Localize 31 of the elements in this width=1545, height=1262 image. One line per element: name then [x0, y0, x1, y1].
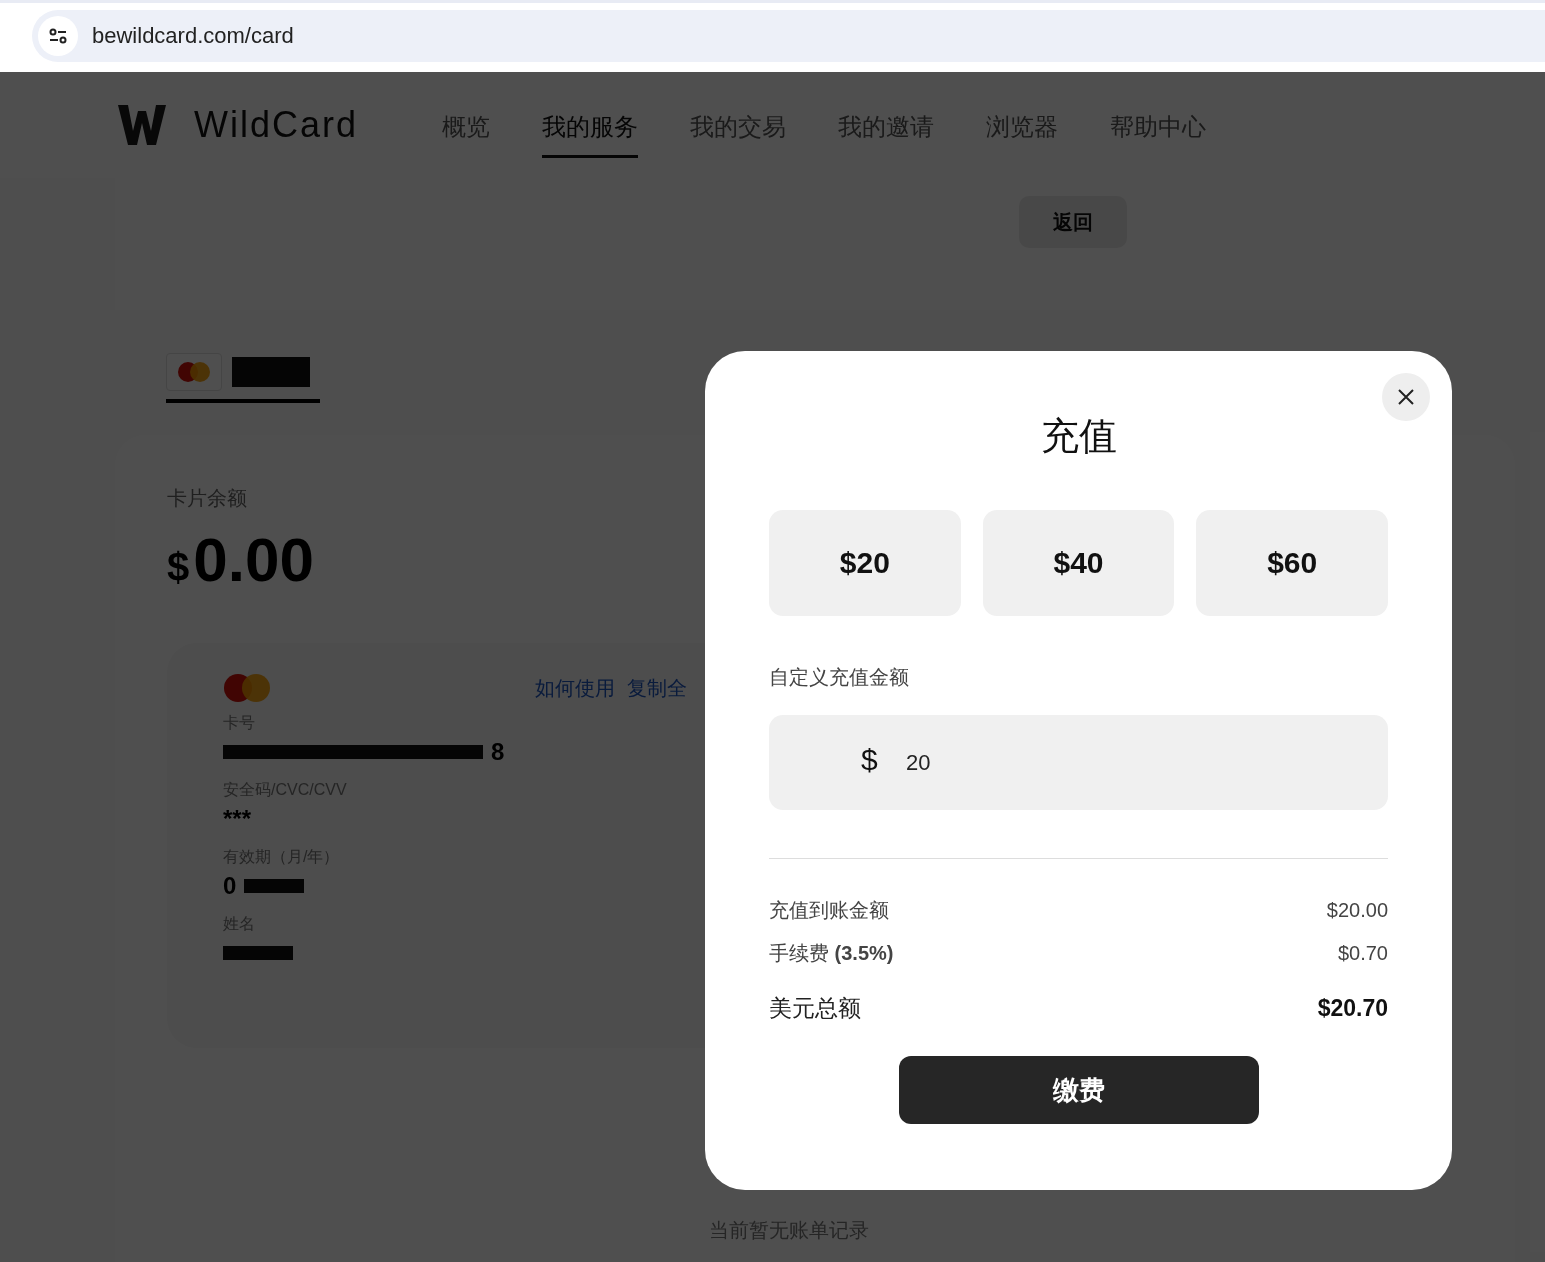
site-settings-icon[interactable] [38, 16, 78, 56]
nav-tab[interactable]: 我的服务 [542, 92, 639, 158]
dialog-title: 充值 [1039, 414, 1118, 459]
amount-option[interactable]: $40 [982, 510, 1175, 616]
currency-symbol: $ [861, 743, 878, 777]
summary-value: $0.70 [1337, 942, 1388, 965]
summary-label: 充值到账金额 [769, 898, 889, 923]
card-brand-icon [223, 673, 271, 703]
redacted-block [223, 946, 293, 960]
logo-icon [118, 105, 166, 145]
cvv-text: *** [223, 805, 252, 833]
redacted-block [244, 879, 305, 893]
address-bar[interactable]: bewildcard.com/card [32, 10, 1545, 62]
card-number-text: 8 [491, 738, 505, 766]
close-icon [1397, 388, 1415, 406]
custom-amount-label: 自定义充值金额 [769, 665, 910, 690]
balance-amount: $0.00 [167, 524, 314, 595]
summary-value: $20.00 [1326, 899, 1388, 922]
back-button[interactable]: 返回 [1019, 196, 1127, 248]
summary-label: 美元总额 [769, 994, 861, 1023]
pay-button[interactable]: 缴费 [898, 1056, 1259, 1124]
close-button[interactable] [1382, 373, 1430, 421]
amount-option[interactable]: $60 [1196, 510, 1388, 616]
brand-name: WildCard [194, 104, 359, 146]
card-link[interactable]: 如何使用 [535, 674, 615, 702]
summary-value: $20.70 [1317, 995, 1388, 1022]
card-link[interactable]: 复制全 [627, 674, 687, 702]
summary-label: 手续费 (3.5%) [769, 941, 894, 966]
amount-option[interactable]: $20 [769, 510, 961, 616]
expiry-text: 0 [223, 872, 237, 900]
card-brand-icon [176, 360, 212, 384]
